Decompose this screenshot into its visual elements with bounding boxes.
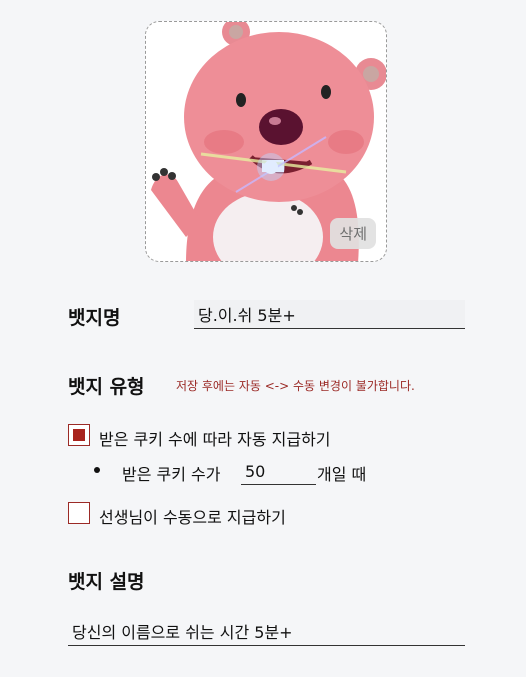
auto-grant-label[interactable]: 받은 쿠키 수에 따라 자동 지급하기 — [99, 426, 331, 450]
badge-desc-input[interactable] — [68, 617, 465, 646]
manual-grant-checkbox[interactable] — [68, 502, 90, 524]
badge-form-page: 삭제 뱃지명 뱃지 유형 저장 후에는 자동 <-> 수동 변경이 불가합니다.… — [0, 0, 526, 677]
auto-grant-checkbox[interactable] — [68, 424, 90, 446]
manual-grant-label[interactable]: 선생님이 수동으로 지급하기 — [99, 504, 286, 528]
condition-suffix: 개일 때 — [317, 465, 367, 484]
badge-name-label: 뱃지명 — [68, 307, 121, 329]
badge-desc-label: 뱃지 설명 — [68, 571, 145, 593]
delete-image-button[interactable]: 삭제 — [330, 218, 376, 249]
badge-type-label: 뱃지 유형 — [68, 376, 145, 398]
condition-prefix: 받은 쿠키 수가 — [122, 465, 221, 484]
badge-name-input[interactable] — [194, 300, 465, 329]
badge-image-preview[interactable]: 삭제 — [145, 21, 387, 262]
badge-type-warning: 저장 후에는 자동 <-> 수동 변경이 불가합니다. — [176, 379, 415, 393]
cookie-count-input[interactable] — [241, 458, 316, 485]
bullet-icon — [94, 467, 100, 473]
checkbox-checked-mark — [73, 429, 85, 441]
